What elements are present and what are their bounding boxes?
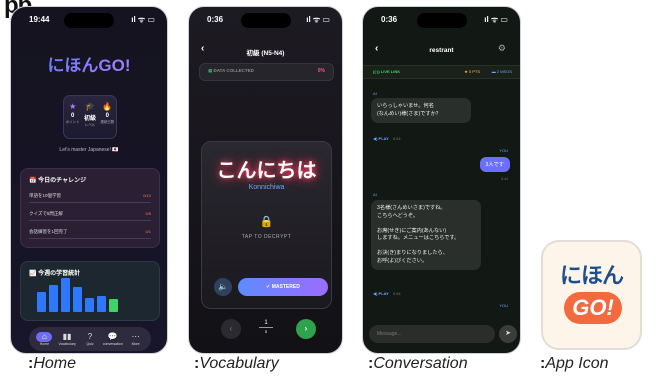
tab-vocabulary[interactable]: ▮▮ Vocabulary: [56, 332, 78, 346]
caption-home: :Home: [28, 355, 77, 372]
challenge-row[interactable]: クイズで5問正解 0/5: [29, 207, 151, 221]
send-button[interactable]: ➤: [499, 325, 517, 343]
app-icon-text-top: にほん: [559, 263, 624, 288]
weekly-bar: [61, 278, 70, 312]
tab-quiz[interactable]: ? Quiz: [79, 332, 101, 346]
data-collected-label: ▦ DATA COLLECTED: [208, 68, 254, 73]
challenge-row[interactable]: 単語を10個学習 0/10: [29, 189, 151, 203]
play-audio-button[interactable]: ◀) PLAY 0:44: [373, 136, 401, 141]
user-message-bubble: 3人です: [479, 157, 510, 172]
flashcard-word: こんにちは: [216, 160, 317, 182]
daily-challenge-card[interactable]: 📅 今日のチャレンジ 単語を10個学習 0/10 クイズで5問正解 0/5 会話…: [20, 168, 160, 248]
session-status-bar: ((·)) LIVE LINK ★ 0 PTS ▬ 2 MSGS: [363, 65, 520, 79]
app-icon-image: にほん GO!: [541, 240, 642, 350]
challenge-row[interactable]: 会話練習を1回完了 0/1: [29, 225, 151, 239]
status-icons: ıl ᯤ ▭: [131, 14, 155, 24]
weekly-stats-card[interactable]: 📈 今週の学習統計: [20, 261, 160, 321]
weekly-bar: [85, 298, 94, 312]
app-icon-text-go: GO!: [564, 292, 622, 324]
previous-card-button[interactable]: ‹: [221, 319, 241, 339]
play-audio-button[interactable]: ◀) PLAY 0:44: [373, 291, 401, 296]
page-indicator: 1 5: [259, 320, 273, 335]
weekly-bar: [73, 287, 82, 312]
tab-bar: ⌂ Home ▮▮ Vocabulary ? Quiz 💬 conversation ⋯…: [29, 327, 151, 351]
gear-icon[interactable]: ⚙: [498, 43, 506, 54]
stats-card: ★ 0 ポイント 🎓 初級 レベル 🔥 0 連続日数: [63, 95, 117, 139]
screenshot-collage: pp 19:44 ıl ᯤ ▭ にほんGO! ★ 0 ポイント 🎓 初級 レベル…: [0, 0, 657, 379]
message-input[interactable]: Message...: [369, 325, 495, 343]
chevron-right-icon: ›: [304, 324, 308, 333]
flashcard-romaji: Konnichiwa: [248, 184, 285, 191]
ai-message-bubble: 3名様(さんめいさま)ですね。 こちらへどうぞ。 お席(せき)にご案内(あんない…: [371, 200, 481, 270]
sender-label-ai: AI: [373, 192, 377, 197]
live-link-label: ((·)) LIVE LINK: [373, 69, 401, 74]
stat-points: ★ 0 ポイント: [65, 102, 80, 124]
caption-conversation: :Conversation: [368, 355, 468, 372]
chevron-left-icon: ‹: [229, 324, 233, 333]
app-title: にほんGO!: [11, 51, 167, 76]
sender-label-ai: AI: [373, 91, 377, 96]
speaker-button[interactable]: 🔈: [214, 278, 232, 296]
message-counter: ▬ 2 MSGS: [491, 69, 512, 74]
level-title: 初級 (N5-N4): [246, 50, 285, 57]
status-time: 19:44: [29, 14, 50, 24]
wifi-icon: ((·)): [373, 69, 381, 74]
tab-home[interactable]: ⌂ Home: [33, 332, 55, 346]
speaker-icon: 🔈: [218, 282, 228, 291]
calendar-icon: 📅: [29, 178, 39, 184]
vocabulary-screen: 0:36 ıl ᯤ ▭ ‹ 初級 (N5-N4) ▦ DATA COLLECTE…: [188, 6, 343, 354]
dynamic-island: [64, 13, 114, 28]
mastered-button[interactable]: ✔ MASTERED: [238, 278, 328, 296]
flame-icon: 🔥: [102, 102, 113, 111]
ai-message-bubble: いらっしゃいませ。何名 (なんめい)様(さま)ですか？: [371, 98, 471, 123]
stat-streak: 🔥 0 連続日数: [100, 102, 115, 124]
caption-app-icon: :App Icon: [540, 355, 609, 372]
status-icons: ıl ᯤ ▭: [306, 14, 330, 24]
data-collected-percent: 0%: [317, 68, 325, 74]
dynamic-island: [416, 13, 467, 28]
send-icon: ➤: [505, 330, 511, 337]
conversation-screen: 0:36 ıl ᯤ ▭ ‹ restrant ⚙ ((·)) LIVE LINK…: [362, 6, 521, 354]
conversation-title: restrant: [429, 47, 454, 54]
weekly-bar: [37, 292, 46, 312]
tap-to-decrypt-label: TAP TO DECRYPT: [241, 234, 292, 240]
caption-vocabulary: :Vocabulary: [194, 355, 279, 372]
weekly-bar: [97, 296, 106, 312]
dynamic-island: [240, 13, 291, 28]
points-counter: ★ 0 PTS: [464, 69, 480, 74]
message-timestamp: 0:44: [501, 177, 508, 181]
stat-level: 🎓 初級 レベル: [83, 102, 96, 127]
weekly-bar-chart: [37, 276, 118, 312]
data-collected-bar: ▦ DATA COLLECTED 0%: [199, 63, 334, 81]
weekly-bar: [109, 299, 118, 312]
question-icon: ?: [87, 332, 93, 341]
tab-more[interactable]: ⋯ More: [125, 332, 147, 346]
card-pager: ‹ 1 5 ›: [189, 317, 342, 339]
more-icon: ⋯: [131, 332, 140, 341]
challenge-title: 📅 今日のチャレンジ: [29, 178, 87, 184]
book-icon: ▮▮: [62, 332, 72, 341]
status-icons: ıl ᯤ ▭: [484, 14, 508, 24]
tab-conversation[interactable]: 💬 conversation: [102, 332, 124, 346]
sender-label-you: YOU: [499, 148, 508, 153]
tagline: Let's master Japanese! 🇯🇵: [59, 147, 119, 153]
star-icon: ★: [69, 102, 77, 111]
status-time: 0:36: [207, 14, 224, 24]
weekly-bar: [49, 285, 58, 312]
lock-icon: 🔒: [259, 216, 274, 228]
chat-icon: 💬: [107, 332, 118, 341]
sender-label-you: YOU: [499, 303, 508, 308]
home-icon: ⌂: [36, 332, 53, 342]
next-card-button[interactable]: ›: [296, 319, 316, 339]
flashcard[interactable]: こんにちは Konnichiwa 🔒 TAP TO DECRYPT 🔈 ✔ MA…: [201, 141, 332, 309]
graduation-cap-icon: 🎓: [85, 102, 95, 111]
home-screen: 19:44 ıl ᯤ ▭ にほんGO! ★ 0 ポイント 🎓 初級 レベル 🔥 …: [10, 6, 168, 354]
status-time: 0:36: [381, 14, 398, 24]
